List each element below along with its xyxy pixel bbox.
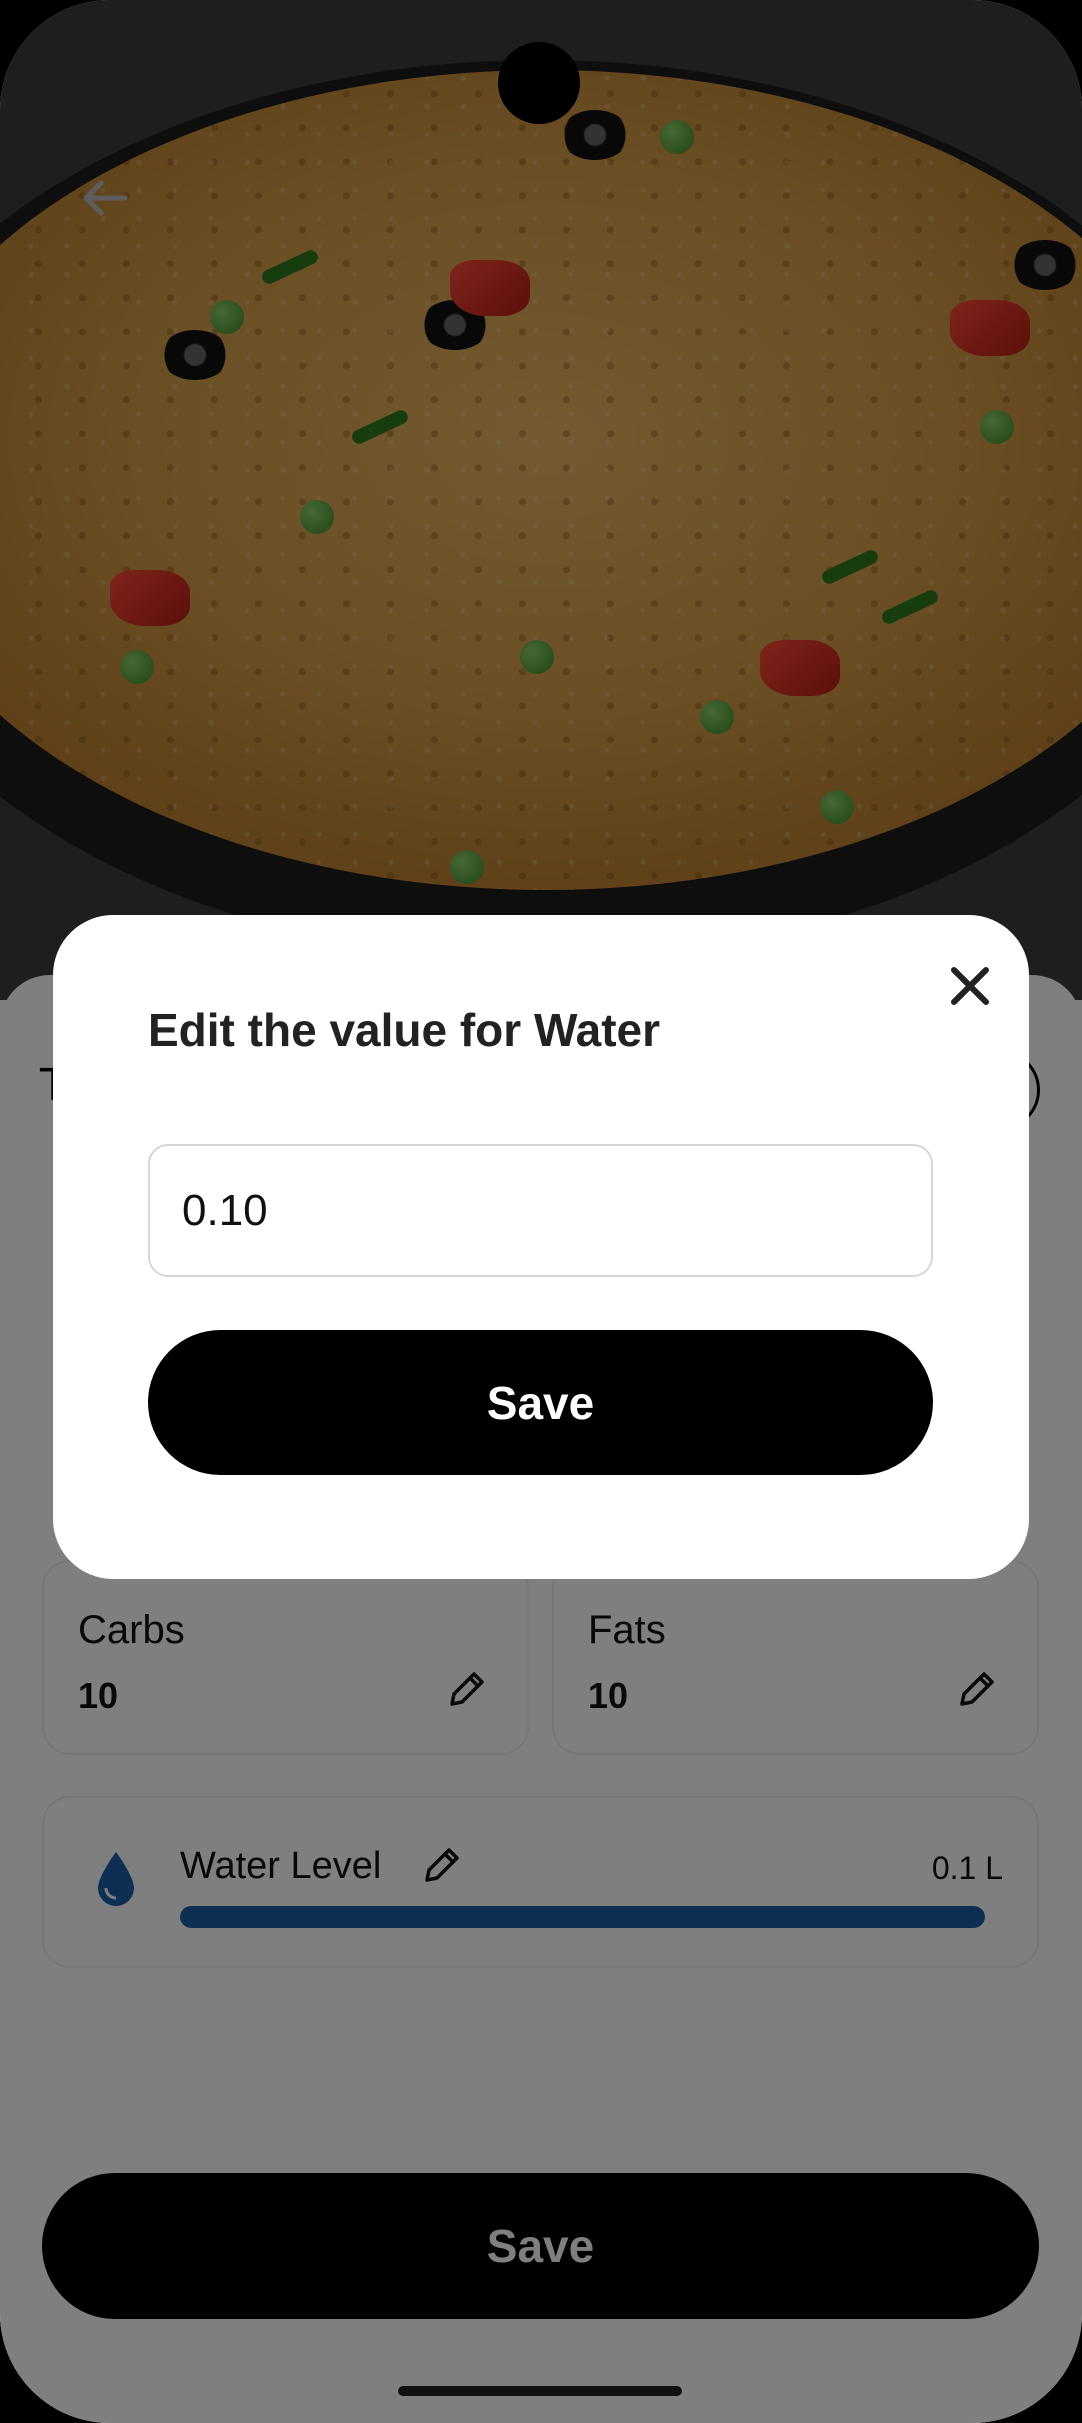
phone-screen: T Carbs 10 Fats 10 Water Level 0.1 L Sav… xyxy=(0,0,1082,2423)
close-button[interactable] xyxy=(939,955,1001,1017)
value-input[interactable] xyxy=(148,1144,933,1277)
dialog-save-button[interactable]: Save xyxy=(148,1330,933,1475)
home-indicator xyxy=(398,2386,682,2396)
edit-value-dialog: Edit the value for Water Save xyxy=(53,915,1029,1579)
close-icon xyxy=(951,967,989,1005)
dialog-title: Edit the value for Water xyxy=(148,1004,661,1056)
camera-cutout xyxy=(498,42,580,124)
